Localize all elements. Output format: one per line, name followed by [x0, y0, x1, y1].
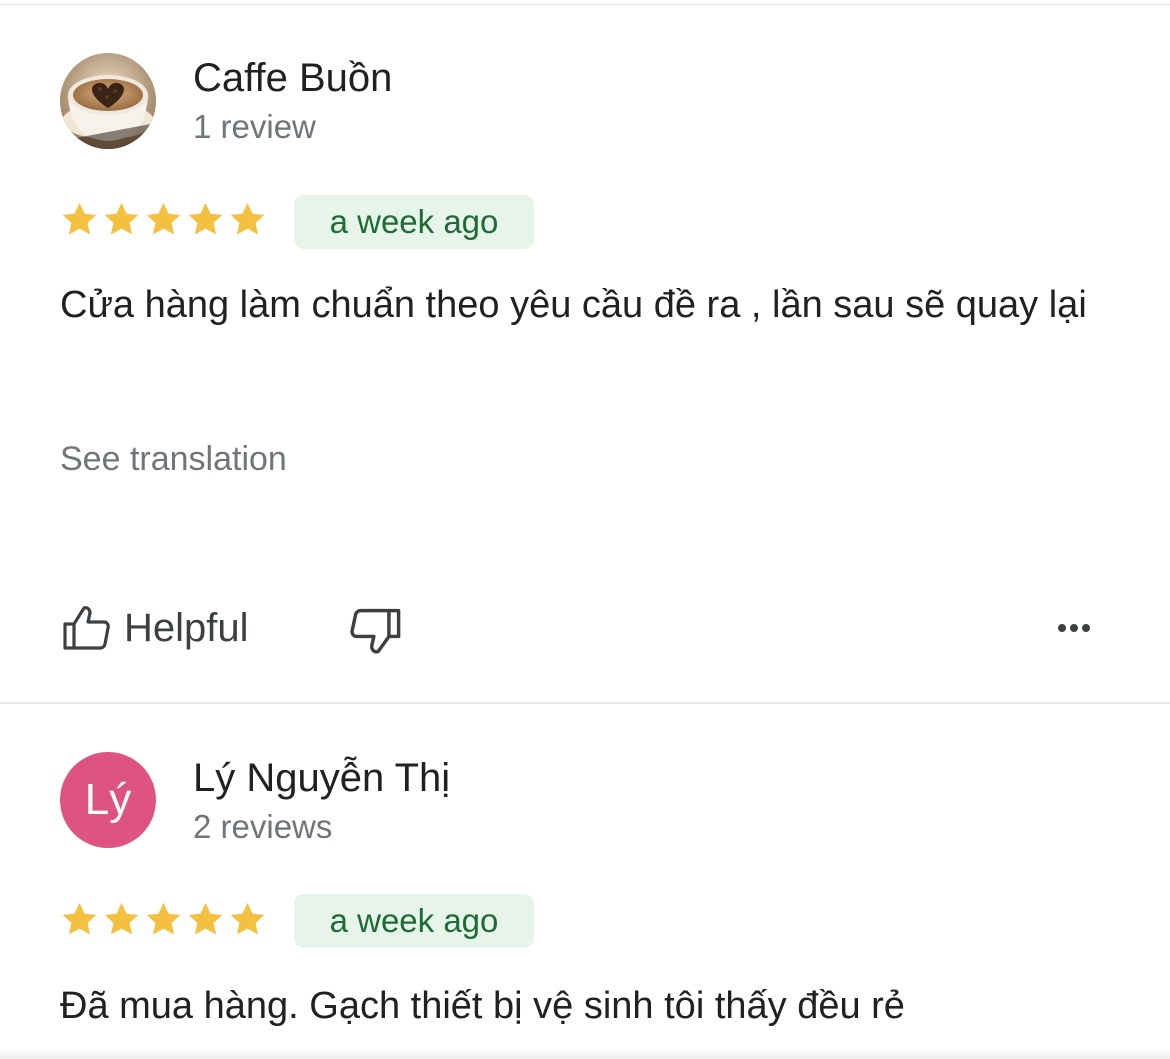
coffee-cup-photo-icon: [60, 53, 156, 149]
star-icon: [146, 902, 181, 935]
review-card: Caffe Buồn 1 review a week ago Cửa hàng …: [0, 0, 1170, 704]
star-icon: [188, 202, 223, 235]
helpful-button[interactable]: Helpful: [60, 600, 249, 656]
reviewer-avatar[interactable]: [60, 53, 156, 149]
star-icon: [230, 202, 265, 235]
bottom-edge: [0, 1049, 1170, 1059]
review-date-badge: a week ago: [294, 894, 534, 948]
reviewer-review-count: 1 review: [193, 108, 316, 145]
helpful-label: Helpful: [124, 605, 249, 650]
star-icon: [188, 902, 223, 935]
reviewer-name[interactable]: Lý Nguyễn Thị: [193, 756, 450, 801]
review-date-badge: a week ago: [294, 195, 534, 249]
review-card: Lý Lý Nguyễn Thị 2 reviews a week ago Đã…: [0, 704, 1170, 1059]
star-icon: [62, 902, 97, 935]
reviewer-review-count: 2 reviews: [193, 808, 333, 845]
see-translation-link[interactable]: See translation: [60, 440, 287, 479]
reviewer-avatar[interactable]: Lý: [60, 752, 156, 848]
more-options-button[interactable]: [1050, 610, 1098, 646]
reviewer-name[interactable]: Caffe Buồn: [193, 56, 392, 101]
not-helpful-button[interactable]: [348, 602, 404, 658]
star-rating: [60, 900, 267, 939]
star-rating: [60, 200, 267, 239]
review-text: Đã mua hàng. Gạch thiết bị vệ sinh tôi t…: [60, 985, 905, 1027]
star-icon: [146, 202, 181, 235]
review-text: Cửa hàng làm chuẩn theo yêu cầu đề ra , …: [60, 284, 1087, 326]
star-icon: [104, 202, 139, 235]
star-icon: [104, 902, 139, 935]
thumbs-down-icon: [350, 608, 401, 654]
reviews-page: Caffe Buồn 1 review a week ago Cửa hàng …: [0, 0, 1170, 1059]
thumbs-up-icon: [63, 606, 110, 650]
star-icon: [62, 202, 97, 235]
star-icon: [230, 902, 265, 935]
more-horizontal-icon: [1056, 619, 1092, 637]
